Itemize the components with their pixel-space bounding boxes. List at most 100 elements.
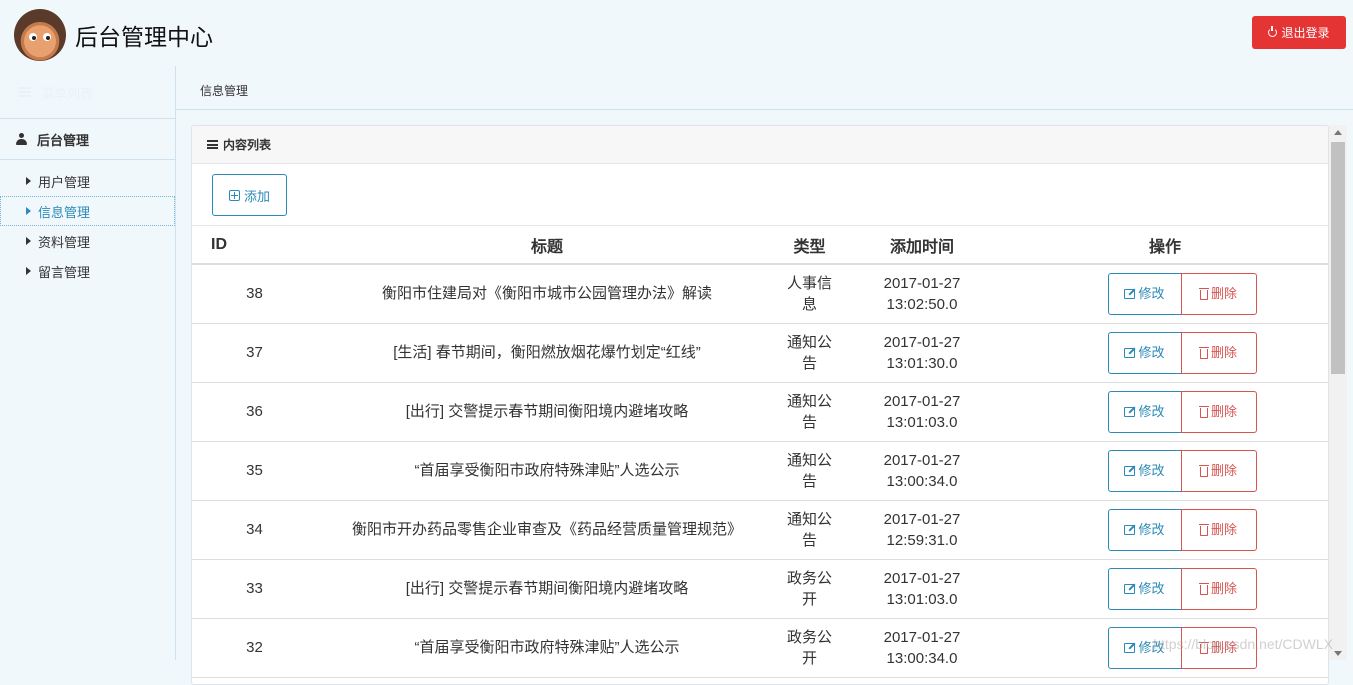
- cell-title: 衡阳市住建局对《衡阳市城市公园管理办法》解读: [317, 264, 777, 323]
- cell-title: [出行] 交警提示春节期间衡阳境内避堵攻略: [317, 559, 777, 618]
- logout-button[interactable]: 退出登录: [1252, 16, 1346, 49]
- cell-id: 33: [192, 559, 317, 618]
- sidebar-item-label: 资料管理: [38, 232, 90, 251]
- cell-type: 政务公开: [777, 618, 842, 677]
- column-header-id: ID: [192, 226, 317, 264]
- table-header-row: ID 标题 类型 添加时间 操作: [192, 226, 1328, 264]
- sidebar-item-label: 留言管理: [38, 262, 90, 281]
- edit-button[interactable]: 修改: [1108, 450, 1182, 492]
- edit-button[interactable]: 修改: [1108, 391, 1182, 433]
- edit-button[interactable]: 修改: [1108, 509, 1182, 551]
- breadcrumb: 信息管理: [176, 66, 1353, 110]
- sidebar-item-info[interactable]: 信息管理: [0, 196, 175, 226]
- cell-ops: 修改删除: [1002, 441, 1328, 500]
- table-row: 33[出行] 交警提示春节期间衡阳境内避堵攻略政务公开2017-01-2713:…: [192, 559, 1328, 618]
- panel-title: 内容列表: [223, 136, 271, 153]
- scrollbar-thumb[interactable]: [1331, 142, 1345, 374]
- cell-time: 2017-01-2713:02:50.0: [842, 264, 1002, 323]
- cell-ops: 修改 删除: [1002, 500, 1328, 559]
- table-row: 38衡阳市住建局对《衡阳市城市公园管理办法》解读人事信息2017-01-2713…: [192, 264, 1328, 323]
- sidebar-item-users[interactable]: 用户管理: [0, 166, 175, 196]
- cell-clock: 12:59:31.0: [842, 530, 1002, 551]
- scroll-down-arrow-icon[interactable]: [1334, 651, 1342, 656]
- delete-button[interactable]: 删除: [1181, 273, 1257, 315]
- scroll-up-arrow-icon[interactable]: [1334, 130, 1342, 135]
- edit-button[interactable]: 修改: [1108, 273, 1182, 315]
- app-title: 后台管理中心: [75, 18, 213, 52]
- delete-button[interactable]: 删除: [1181, 450, 1257, 492]
- cell-ops: 修改 删除: [1002, 323, 1328, 382]
- cell-clock: 13:00:34.0: [842, 648, 1002, 669]
- cell-type: 人事信息: [777, 264, 842, 323]
- cell-date: 2017-01-27: [842, 568, 1002, 589]
- caret-right-icon: [26, 177, 31, 185]
- delete-label: 删除: [1211, 342, 1237, 363]
- edit-icon: [1124, 407, 1135, 417]
- row-actions: 修改 删除: [1002, 509, 1328, 551]
- add-button[interactable]: 添加: [212, 174, 287, 216]
- column-header-time: 添加时间: [842, 226, 1002, 264]
- cell-time: 2017-01-2713:01:03.0: [842, 382, 1002, 441]
- delete-button[interactable]: 删除: [1181, 509, 1257, 551]
- sidebar-group-admin[interactable]: 后台管理: [0, 119, 175, 160]
- table-row: 37[生活] 春节期间，衡阳燃放烟花爆竹划定“红线”通知公告2017-01-27…: [192, 323, 1328, 382]
- edit-label: 修改: [1138, 578, 1164, 599]
- cell-title: “首届享受衡阳市政府特殊津贴”人选公示: [317, 618, 777, 677]
- vertical-scrollbar[interactable]: [1329, 125, 1347, 660]
- cell-ops: 修改删除: [1002, 559, 1328, 618]
- edit-icon: [1124, 466, 1135, 476]
- column-header-ops: 操作: [1002, 226, 1328, 264]
- edit-button[interactable]: 修改: [1108, 568, 1182, 610]
- cell-id: 38: [192, 264, 317, 323]
- delete-label: 删除: [1211, 401, 1237, 422]
- sidebar-item-label: 信息管理: [38, 202, 90, 221]
- edit-label: 修改: [1138, 283, 1164, 304]
- cell-time: 2017-01-2713:00:34.0: [842, 441, 1002, 500]
- add-label: 添加: [244, 186, 270, 205]
- edit-button[interactable]: 修改: [1108, 332, 1182, 374]
- cell-clock: 13:02:50.0: [842, 294, 1002, 315]
- cell-title: [生活] 春节期间，衡阳燃放烟花爆竹划定“红线”: [317, 323, 777, 382]
- sidebar-item-messages[interactable]: 留言管理: [0, 256, 175, 286]
- cell-time: 2017-01-2713:00:34.0: [842, 618, 1002, 677]
- edit-icon: [1124, 289, 1135, 299]
- cell-id: 37: [192, 323, 317, 382]
- table-row: 35“首届享受衡阳市政府特殊津贴”人选公示通知公告2017-01-2713:00…: [192, 441, 1328, 500]
- cell-date: 2017-01-27: [842, 450, 1002, 471]
- edit-label: 修改: [1138, 519, 1164, 540]
- cell-clock: 13:00:34.0: [842, 471, 1002, 492]
- row-actions: 修改删除: [1002, 568, 1328, 610]
- delete-button[interactable]: 删除: [1181, 568, 1257, 610]
- watermark: https://blog.csdn.net/CDWLX: [1153, 636, 1333, 652]
- column-header-type: 类型: [777, 226, 842, 264]
- cell-type: 通知公告: [777, 323, 842, 382]
- cell-type: 通知公告: [777, 441, 842, 500]
- cell-id: 34: [192, 500, 317, 559]
- delete-button[interactable]: 删除: [1181, 391, 1257, 433]
- sidebar-group-label: 后台管理: [37, 130, 89, 149]
- top-header: 后台管理中心 退出登录: [0, 0, 1353, 66]
- trash-icon: [1200, 467, 1208, 477]
- sidebar-item-materials[interactable]: 资料管理: [0, 226, 175, 256]
- avatar: [14, 9, 66, 61]
- cell-id: 35: [192, 441, 317, 500]
- table-row: 34衡阳市开办药品零售企业审查及《药品经营质量管理规范》通知公告2017-01-…: [192, 500, 1328, 559]
- trash-icon: [1200, 408, 1208, 418]
- delete-label: 删除: [1211, 283, 1237, 304]
- content-panel: 内容列表 添加 ID 标题 类型 添加时间 操作 38衡阳市住建局对《衡阳市城市…: [191, 125, 1329, 685]
- toolbar: 添加: [192, 164, 1328, 226]
- delete-button[interactable]: 删除: [1181, 332, 1257, 374]
- cell-date: 2017-01-27: [842, 627, 1002, 648]
- delete-label: 删除: [1211, 519, 1237, 540]
- cell-clock: 13:01:30.0: [842, 353, 1002, 374]
- edit-icon: [1124, 643, 1135, 653]
- cell-date: 2017-01-27: [842, 509, 1002, 530]
- cell-date: 2017-01-27: [842, 273, 1002, 294]
- trash-icon: [1200, 290, 1208, 300]
- cell-time: 2017-01-2712:59:31.0: [842, 500, 1002, 559]
- edit-label: 修改: [1138, 460, 1164, 481]
- plus-square-icon: [229, 190, 240, 201]
- cell-date: 2017-01-27: [842, 332, 1002, 353]
- power-icon: [1268, 28, 1277, 37]
- sidebar-item-label: 用户管理: [38, 172, 90, 191]
